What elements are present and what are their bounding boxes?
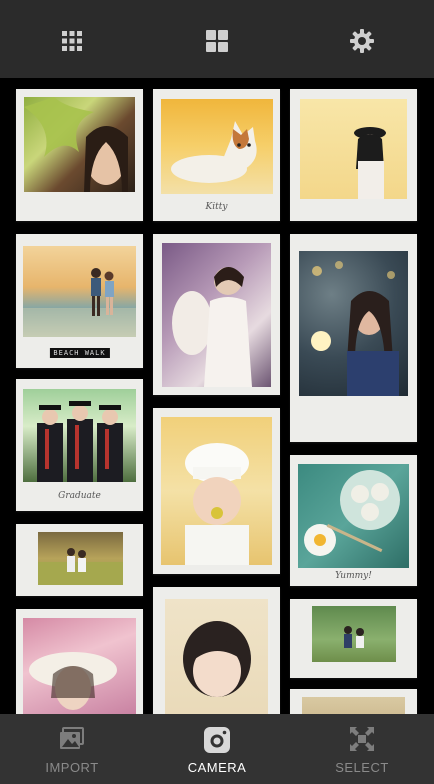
select-button[interactable]: SELECT bbox=[290, 714, 434, 784]
import-button[interactable]: IMPORT bbox=[0, 714, 144, 784]
select-label: SELECT bbox=[335, 760, 389, 775]
polaroid-card[interactable] bbox=[290, 689, 417, 714]
polaroid-card[interactable] bbox=[16, 89, 143, 221]
polaroid-card[interactable] bbox=[290, 89, 417, 221]
polaroid-card[interactable] bbox=[290, 599, 417, 678]
select-corners-icon bbox=[349, 726, 375, 757]
photo-woman-hat bbox=[300, 99, 407, 199]
photo-sparkler-girl bbox=[299, 251, 408, 396]
photo-partial bbox=[302, 697, 405, 714]
photo-caption: Kitty bbox=[205, 202, 228, 212]
camera-button[interactable]: CAMERA bbox=[145, 714, 289, 784]
photo-beach-couple bbox=[23, 246, 136, 337]
polaroid-card[interactable]: Kitty bbox=[153, 89, 280, 221]
photo-toddler-girl bbox=[165, 599, 268, 714]
apps-grid-icon[interactable] bbox=[52, 21, 92, 61]
image-gallery-icon bbox=[59, 726, 85, 757]
polaroid-card[interactable] bbox=[153, 587, 280, 714]
polaroid-card[interactable] bbox=[16, 609, 143, 714]
photo-woman-white-dress bbox=[162, 243, 271, 387]
polaroid-card[interactable] bbox=[153, 408, 280, 574]
photo-grid: BEACH WALK Graduate Kitty Yummy! bbox=[0, 78, 434, 714]
photo-caption: Yummy! bbox=[335, 571, 372, 581]
photo-girl-hat bbox=[23, 618, 136, 714]
collage-layout-icon[interactable] bbox=[197, 21, 237, 61]
photo-couple-park bbox=[312, 606, 396, 662]
top-toolbar bbox=[0, 0, 434, 78]
photo-graduates bbox=[23, 389, 136, 482]
polaroid-card[interactable]: Yummy! bbox=[290, 455, 417, 586]
polaroid-card[interactable] bbox=[153, 234, 280, 395]
import-label: IMPORT bbox=[45, 760, 99, 775]
camera-label: CAMERA bbox=[187, 760, 247, 775]
photo-girl-leaves bbox=[24, 97, 135, 192]
photo-baby-chef bbox=[161, 417, 272, 565]
polaroid-card[interactable] bbox=[290, 234, 417, 442]
photo-caption-tag: BEACH WALK bbox=[49, 348, 110, 358]
photo-kitten bbox=[161, 99, 273, 194]
photo-couple-field bbox=[38, 532, 123, 585]
polaroid-card[interactable]: Graduate bbox=[16, 379, 143, 511]
polaroid-card[interactable]: BEACH WALK bbox=[16, 234, 143, 368]
photo-food-dumplings bbox=[298, 464, 409, 568]
photo-caption: Graduate bbox=[58, 491, 101, 501]
polaroid-card[interactable] bbox=[16, 524, 143, 596]
settings-gear-icon[interactable] bbox=[342, 21, 382, 61]
bottom-toolbar: IMPORT CAMERA SELECT bbox=[0, 714, 434, 784]
camera-icon bbox=[203, 726, 231, 759]
